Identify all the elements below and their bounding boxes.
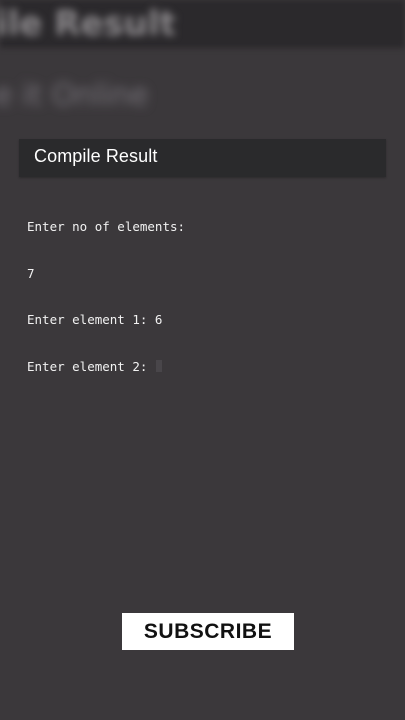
subscribe-button[interactable]: SUBSCRIBE (122, 613, 294, 650)
background-app-title: ile Result (0, 4, 176, 44)
subscribe-label: SUBSCRIBE (143, 619, 273, 643)
dialog-title: Compile Result (34, 146, 158, 166)
console-line: Enter element 1: 6 (27, 312, 163, 327)
background-app-subtitle: e it Online (0, 78, 149, 113)
console-prompt: Enter element 2: (27, 358, 155, 374)
text-cursor (155, 359, 162, 372)
console-line: 7 (27, 265, 35, 281)
console-output[interactable]: Enter no of elements: 7 Enter element 1:… (27, 188, 377, 405)
screen: ile Result e it Online Compile Result En… (0, 0, 405, 720)
console-line: Enter no of elements: (27, 219, 186, 234)
console-input-line[interactable]: Enter element 2: (27, 359, 377, 375)
dialog-header: Compile Result (19, 139, 386, 177)
